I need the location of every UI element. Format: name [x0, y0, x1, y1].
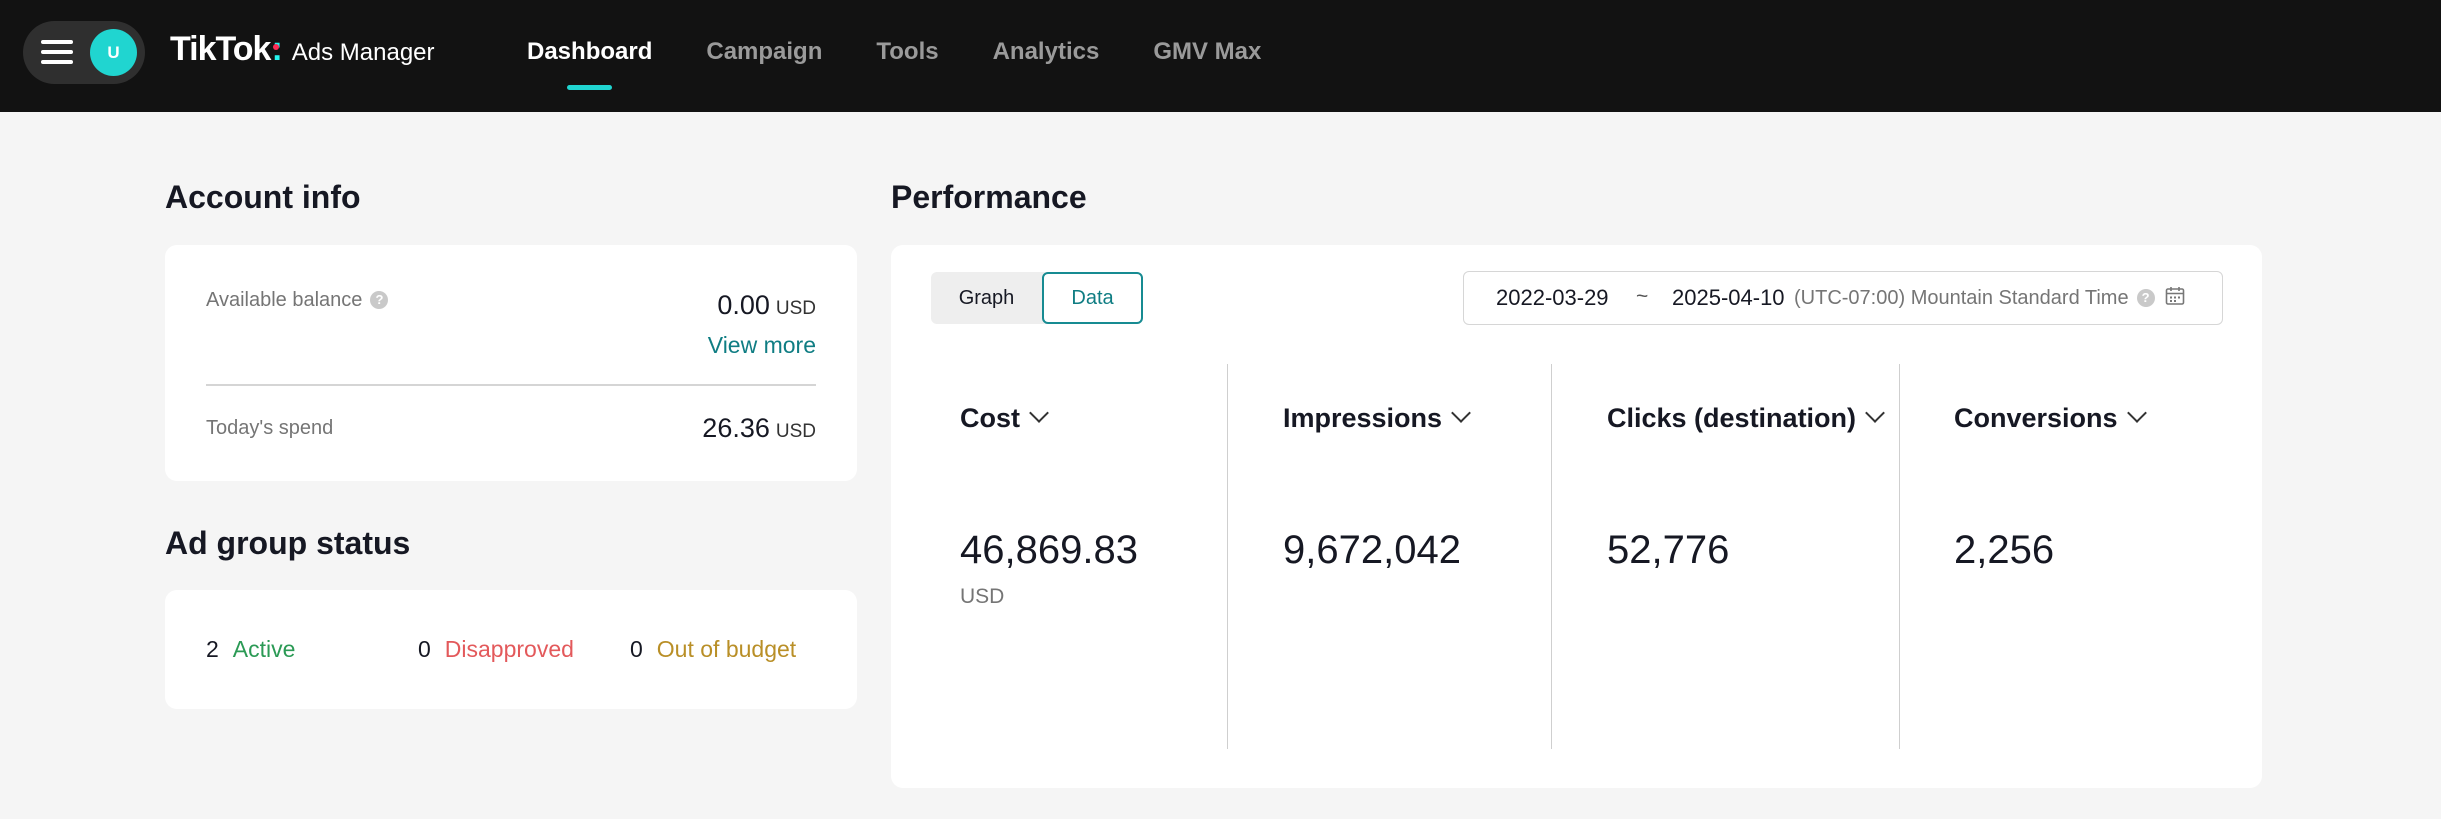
nav-analytics[interactable]: Analytics	[993, 0, 1100, 112]
available-balance-value: 0.00 USD	[717, 290, 816, 321]
metric-cost-label: Cost	[960, 403, 1020, 433]
date-range-picker[interactable]: 2022-03-29 ~ 2025-04-10 (UTC-07:00) Moun…	[1463, 271, 2223, 325]
metric-cost-dropdown[interactable]: Cost	[960, 403, 1049, 434]
todays-spend-amount: 26.36	[702, 413, 770, 443]
metric-clicks-value: 52,776	[1607, 528, 1730, 572]
available-balance-amount: 0.00	[717, 290, 770, 320]
metric-cost-value: 46,869.83	[960, 528, 1138, 572]
nav-gmv-max[interactable]: GMV Max	[1153, 0, 1261, 112]
top-bar: U TikTok: Ads Manager Dashboard Campaign …	[0, 0, 2441, 112]
logo-wordmark: TikTok	[170, 30, 271, 68]
available-balance-label-text: Available balance	[206, 289, 363, 311]
account-info-title: Account info	[165, 179, 361, 215]
logo-subtitle: Ads Manager	[291, 39, 435, 66]
status-disapproved-count: 0	[418, 636, 431, 662]
status-out-of-budget-label: Out of budget	[656, 636, 797, 662]
chevron-down-icon	[1451, 403, 1471, 423]
available-balance-label: Available balance?	[206, 289, 389, 312]
performance-card	[891, 245, 2262, 788]
start-date: 2022-03-29	[1496, 285, 1609, 310]
graph-tab[interactable]: Graph	[931, 272, 1042, 324]
nav-campaign[interactable]: Campaign	[706, 0, 822, 112]
end-date: 2025-04-10	[1672, 285, 1785, 310]
todays-spend-unit: USD	[775, 421, 816, 442]
metric-conversions-label: Conversions	[1954, 403, 2118, 433]
data-tab[interactable]: Data	[1042, 272, 1143, 324]
timezone: (UTC-07:00) Mountain Standard Time?	[1794, 287, 2155, 310]
column-divider	[1227, 364, 1228, 749]
performance-title: Performance	[891, 179, 1087, 215]
metric-conversions-dropdown[interactable]: Conversions	[1954, 403, 2147, 434]
metric-impressions-dropdown[interactable]: Impressions	[1283, 403, 1471, 434]
ad-group-status-title: Ad group status	[165, 525, 411, 561]
status-disapproved[interactable]: 0 Disapproved	[418, 636, 574, 663]
metric-conversions-value: 2,256	[1954, 528, 2055, 572]
status-disapproved-label: Disapproved	[444, 636, 574, 662]
metric-clicks-dropdown[interactable]: Clicks (destination)	[1607, 403, 1885, 434]
todays-spend-label: Today's spend	[206, 417, 334, 439]
main-nav: Dashboard Campaign Tools Analytics GMV M…	[527, 0, 1315, 112]
status-out-of-budget-count: 0	[630, 636, 643, 662]
available-balance-unit: USD	[775, 298, 816, 319]
metric-impressions-value: 9,672,042	[1283, 528, 1461, 572]
timezone-text: (UTC-07:00) Mountain Standard Time	[1794, 287, 2129, 309]
todays-spend-value: 26.36 USD	[702, 413, 816, 444]
metric-clicks-label: Clicks (destination)	[1607, 403, 1857, 433]
help-icon[interactable]: ?	[2136, 289, 2155, 307]
chevron-down-icon	[2126, 403, 2147, 423]
help-icon[interactable]: ?	[370, 291, 389, 309]
divider	[206, 384, 816, 386]
status-active[interactable]: 2 Active	[206, 636, 295, 663]
status-active-label: Active	[232, 636, 296, 662]
chevron-down-icon	[1865, 403, 1885, 423]
calendar-icon[interactable]	[2165, 286, 2185, 306]
nav-tools[interactable]: Tools	[876, 0, 938, 112]
graph-data-toggle: Graph Data	[931, 272, 1143, 324]
tiktok-ads-manager-logo[interactable]: TikTok: Ads Manager	[170, 30, 435, 70]
metric-impressions-label: Impressions	[1283, 403, 1443, 433]
date-separator: ~	[1636, 285, 1649, 308]
status-out-of-budget[interactable]: 0 Out of budget	[630, 636, 796, 663]
menu-avatar-pill[interactable]: U	[23, 21, 145, 84]
status-active-count: 2	[206, 636, 219, 662]
metric-cost-unit: USD	[960, 585, 1005, 608]
column-divider	[1899, 364, 1900, 749]
avatar[interactable]: U	[90, 29, 137, 76]
account-info-card: Available balance? 0.00 USD View more Tod…	[165, 245, 857, 481]
hamburger-menu-icon[interactable]	[41, 40, 73, 65]
view-more-link[interactable]: View more	[708, 332, 816, 359]
column-divider	[1551, 364, 1552, 749]
chevron-down-icon	[1029, 403, 1049, 423]
logo-dot-icon: :	[271, 30, 283, 68]
nav-dashboard[interactable]: Dashboard	[527, 0, 652, 112]
